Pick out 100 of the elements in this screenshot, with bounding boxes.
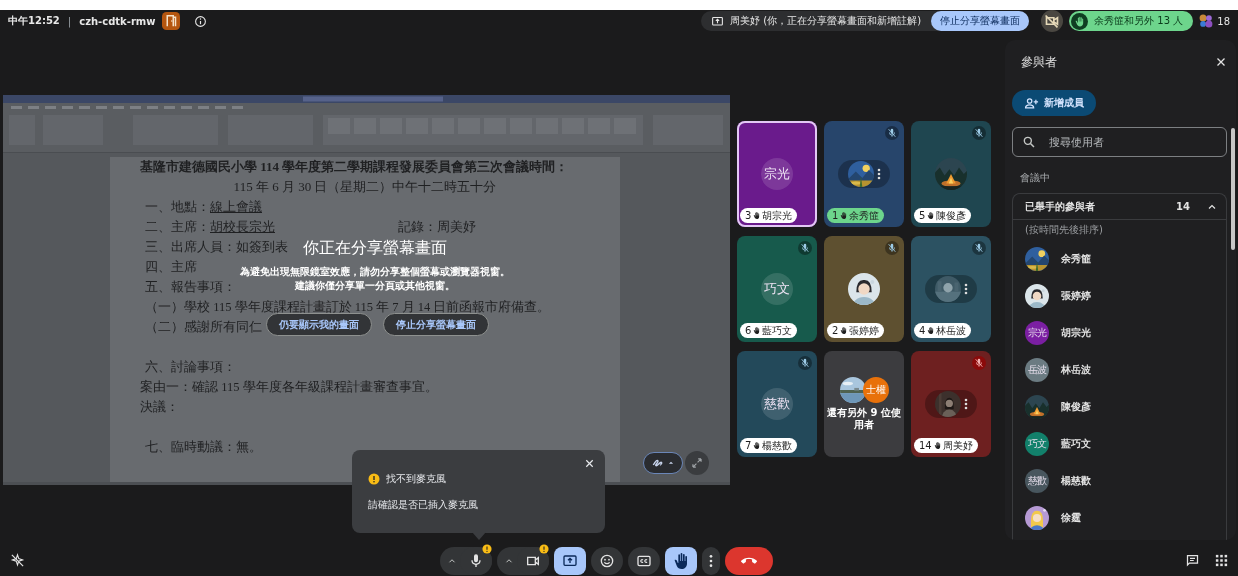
search-field[interactable]: 搜尋使用者 bbox=[1012, 127, 1227, 157]
participant-name: 胡宗光 bbox=[762, 208, 793, 223]
notice-title: 你正在分享螢幕畫面 bbox=[303, 237, 447, 259]
microphone-icon bbox=[468, 552, 484, 569]
captions-button[interactable] bbox=[628, 546, 660, 575]
hand-icon bbox=[753, 442, 761, 449]
present-icon bbox=[711, 14, 725, 28]
close-button[interactable] bbox=[1215, 56, 1227, 68]
notice-message: 建議你僅分享單一分頁或其他視窗。 bbox=[295, 279, 455, 293]
queue-number: 3 bbox=[745, 210, 752, 221]
participant-name[interactable]: 徐霆 bbox=[1061, 510, 1081, 525]
notice-message: 為避免出現無限鏡室效應，請勿分享整個螢幕或瀏覽器視窗。 bbox=[240, 265, 510, 279]
expand-icon bbox=[690, 456, 704, 470]
participant-name: 張婷婷 bbox=[849, 323, 880, 338]
queue-number: 7 bbox=[745, 440, 752, 451]
add-people-button[interactable]: 新增成員 bbox=[1012, 90, 1096, 116]
avatar: 岳波 bbox=[1025, 357, 1049, 382]
popup-message: 請確認是否已插入麥克風 bbox=[368, 498, 479, 512]
panel-title: 參與者 bbox=[1021, 53, 1057, 71]
fullscreen-button[interactable] bbox=[685, 451, 709, 475]
avatar: 慈歡 bbox=[761, 388, 793, 420]
participant-name: 陳俊彥 bbox=[936, 208, 967, 223]
participant-name[interactable]: 張婷婷 bbox=[1061, 288, 1091, 303]
document-line: 記錄：周美妤 bbox=[398, 219, 476, 236]
participant-name[interactable]: 林岳波 bbox=[1061, 362, 1091, 377]
sort-note: (按時間先後排序) bbox=[1024, 223, 1104, 237]
participant-name: 林岳波 bbox=[936, 323, 967, 338]
queue-number: 1 bbox=[832, 210, 839, 221]
notice-button[interactable]: 停止分享螢幕畫面 bbox=[383, 313, 489, 336]
participant-name: 楊慈歡 bbox=[762, 438, 793, 453]
clock-time: 中午12:52 bbox=[8, 14, 60, 28]
hand-icon bbox=[927, 327, 935, 334]
document-line: 七、臨時動議：無。 bbox=[145, 439, 262, 456]
annotate-button[interactable] bbox=[643, 452, 683, 474]
participant-name: 周美妤 bbox=[942, 438, 973, 453]
meeting-code: czh-cdtk-rmw bbox=[79, 15, 156, 27]
chat-button[interactable] bbox=[1185, 553, 1200, 568]
queue-number: 4 bbox=[919, 325, 926, 336]
chat-icon bbox=[1185, 553, 1200, 568]
present-button[interactable] bbox=[554, 546, 586, 575]
queue-number: 5 bbox=[919, 210, 926, 221]
popup-title: 找不到麥克風 bbox=[386, 472, 446, 486]
scrollbar[interactable] bbox=[1231, 128, 1235, 250]
document-line: 三、出席人員：如簽到表 bbox=[145, 239, 288, 256]
end-call-button[interactable] bbox=[725, 546, 773, 575]
info-icon[interactable] bbox=[193, 14, 207, 28]
document-line: 115 年 6 月 30 日（星期二）中午十二時五十分 bbox=[233, 178, 497, 196]
document-line: （二）感謝所有同仁 bbox=[145, 319, 262, 336]
document-line: 四、主席 bbox=[145, 259, 197, 276]
participant-name[interactable]: 胡宗光 bbox=[1061, 325, 1091, 340]
queue-number: 2 bbox=[832, 325, 839, 336]
audio-bars-icon bbox=[963, 398, 968, 410]
queue-number: 6 bbox=[745, 325, 752, 336]
hand-icon bbox=[927, 212, 935, 219]
camera-off-icon bbox=[1041, 10, 1064, 32]
participant-name[interactable]: 余秀篚 bbox=[1061, 251, 1091, 266]
document-line: 基隆市建德國民小學 114 學年度第二學期課程發展委員會第三次會議時間： bbox=[140, 158, 569, 176]
presenting-status: 周美妤 (你，正在分享螢幕畫面和新增註解) bbox=[730, 14, 922, 28]
avatar: 士權 bbox=[862, 377, 889, 403]
close-icon bbox=[584, 458, 595, 469]
hand-icon bbox=[840, 327, 848, 334]
audio-bars-icon bbox=[876, 168, 881, 180]
emoji-icon bbox=[599, 552, 615, 569]
group-title: 已舉手的參與者 bbox=[1025, 199, 1095, 214]
raise-hand-button[interactable] bbox=[665, 546, 697, 575]
group-count: 14 bbox=[1176, 201, 1190, 212]
notice-button[interactable]: 仍要顯示我的畫面 bbox=[266, 313, 372, 336]
close-icon bbox=[1215, 56, 1227, 68]
person-add-icon bbox=[1024, 95, 1039, 111]
sparkle-off-icon bbox=[10, 553, 25, 568]
hand-icon bbox=[673, 552, 689, 569]
participant-name[interactable]: 楊慈歡 bbox=[1061, 473, 1091, 488]
warning-icon bbox=[368, 473, 380, 485]
separator: | bbox=[67, 15, 72, 27]
participant-name[interactable]: 藍巧文 bbox=[1061, 436, 1091, 451]
avatar: 巧文 bbox=[761, 273, 793, 305]
stop-sharing-button[interactable]: 停止分享螢幕畫面 bbox=[931, 11, 1030, 31]
activities-button[interactable] bbox=[1214, 553, 1229, 568]
raised-hands-button[interactable]: 余秀篚和另外 13 人 bbox=[1069, 11, 1194, 31]
door-icon bbox=[161, 12, 180, 30]
document-line: 五、報告事項： bbox=[145, 279, 236, 296]
document-line: 決議： bbox=[140, 399, 179, 416]
hand-icon bbox=[933, 442, 941, 449]
present-icon bbox=[562, 552, 578, 569]
participant-name: 余秀篚 bbox=[849, 208, 880, 223]
participants-button[interactable]: 18 bbox=[1199, 14, 1230, 28]
document-line: 二、主席：胡校長宗光 bbox=[145, 219, 276, 236]
close-button[interactable] bbox=[584, 458, 595, 469]
hand-icon bbox=[840, 212, 848, 219]
more-options-button[interactable] bbox=[702, 546, 720, 575]
participant-name[interactable]: 陳俊彥 bbox=[1061, 399, 1091, 414]
reaction-button[interactable] bbox=[591, 546, 623, 575]
avatar: 宗光 bbox=[1025, 320, 1049, 345]
participant-name: 藍巧文 bbox=[762, 323, 793, 338]
avatar: 慈歡 bbox=[1025, 468, 1049, 493]
avatar-stack-icon bbox=[1199, 14, 1214, 28]
avatar: 宗光 bbox=[761, 158, 793, 190]
apps-icon bbox=[1214, 553, 1229, 568]
search-icon bbox=[1022, 135, 1036, 149]
section-label: 會議中 bbox=[1019, 171, 1051, 185]
